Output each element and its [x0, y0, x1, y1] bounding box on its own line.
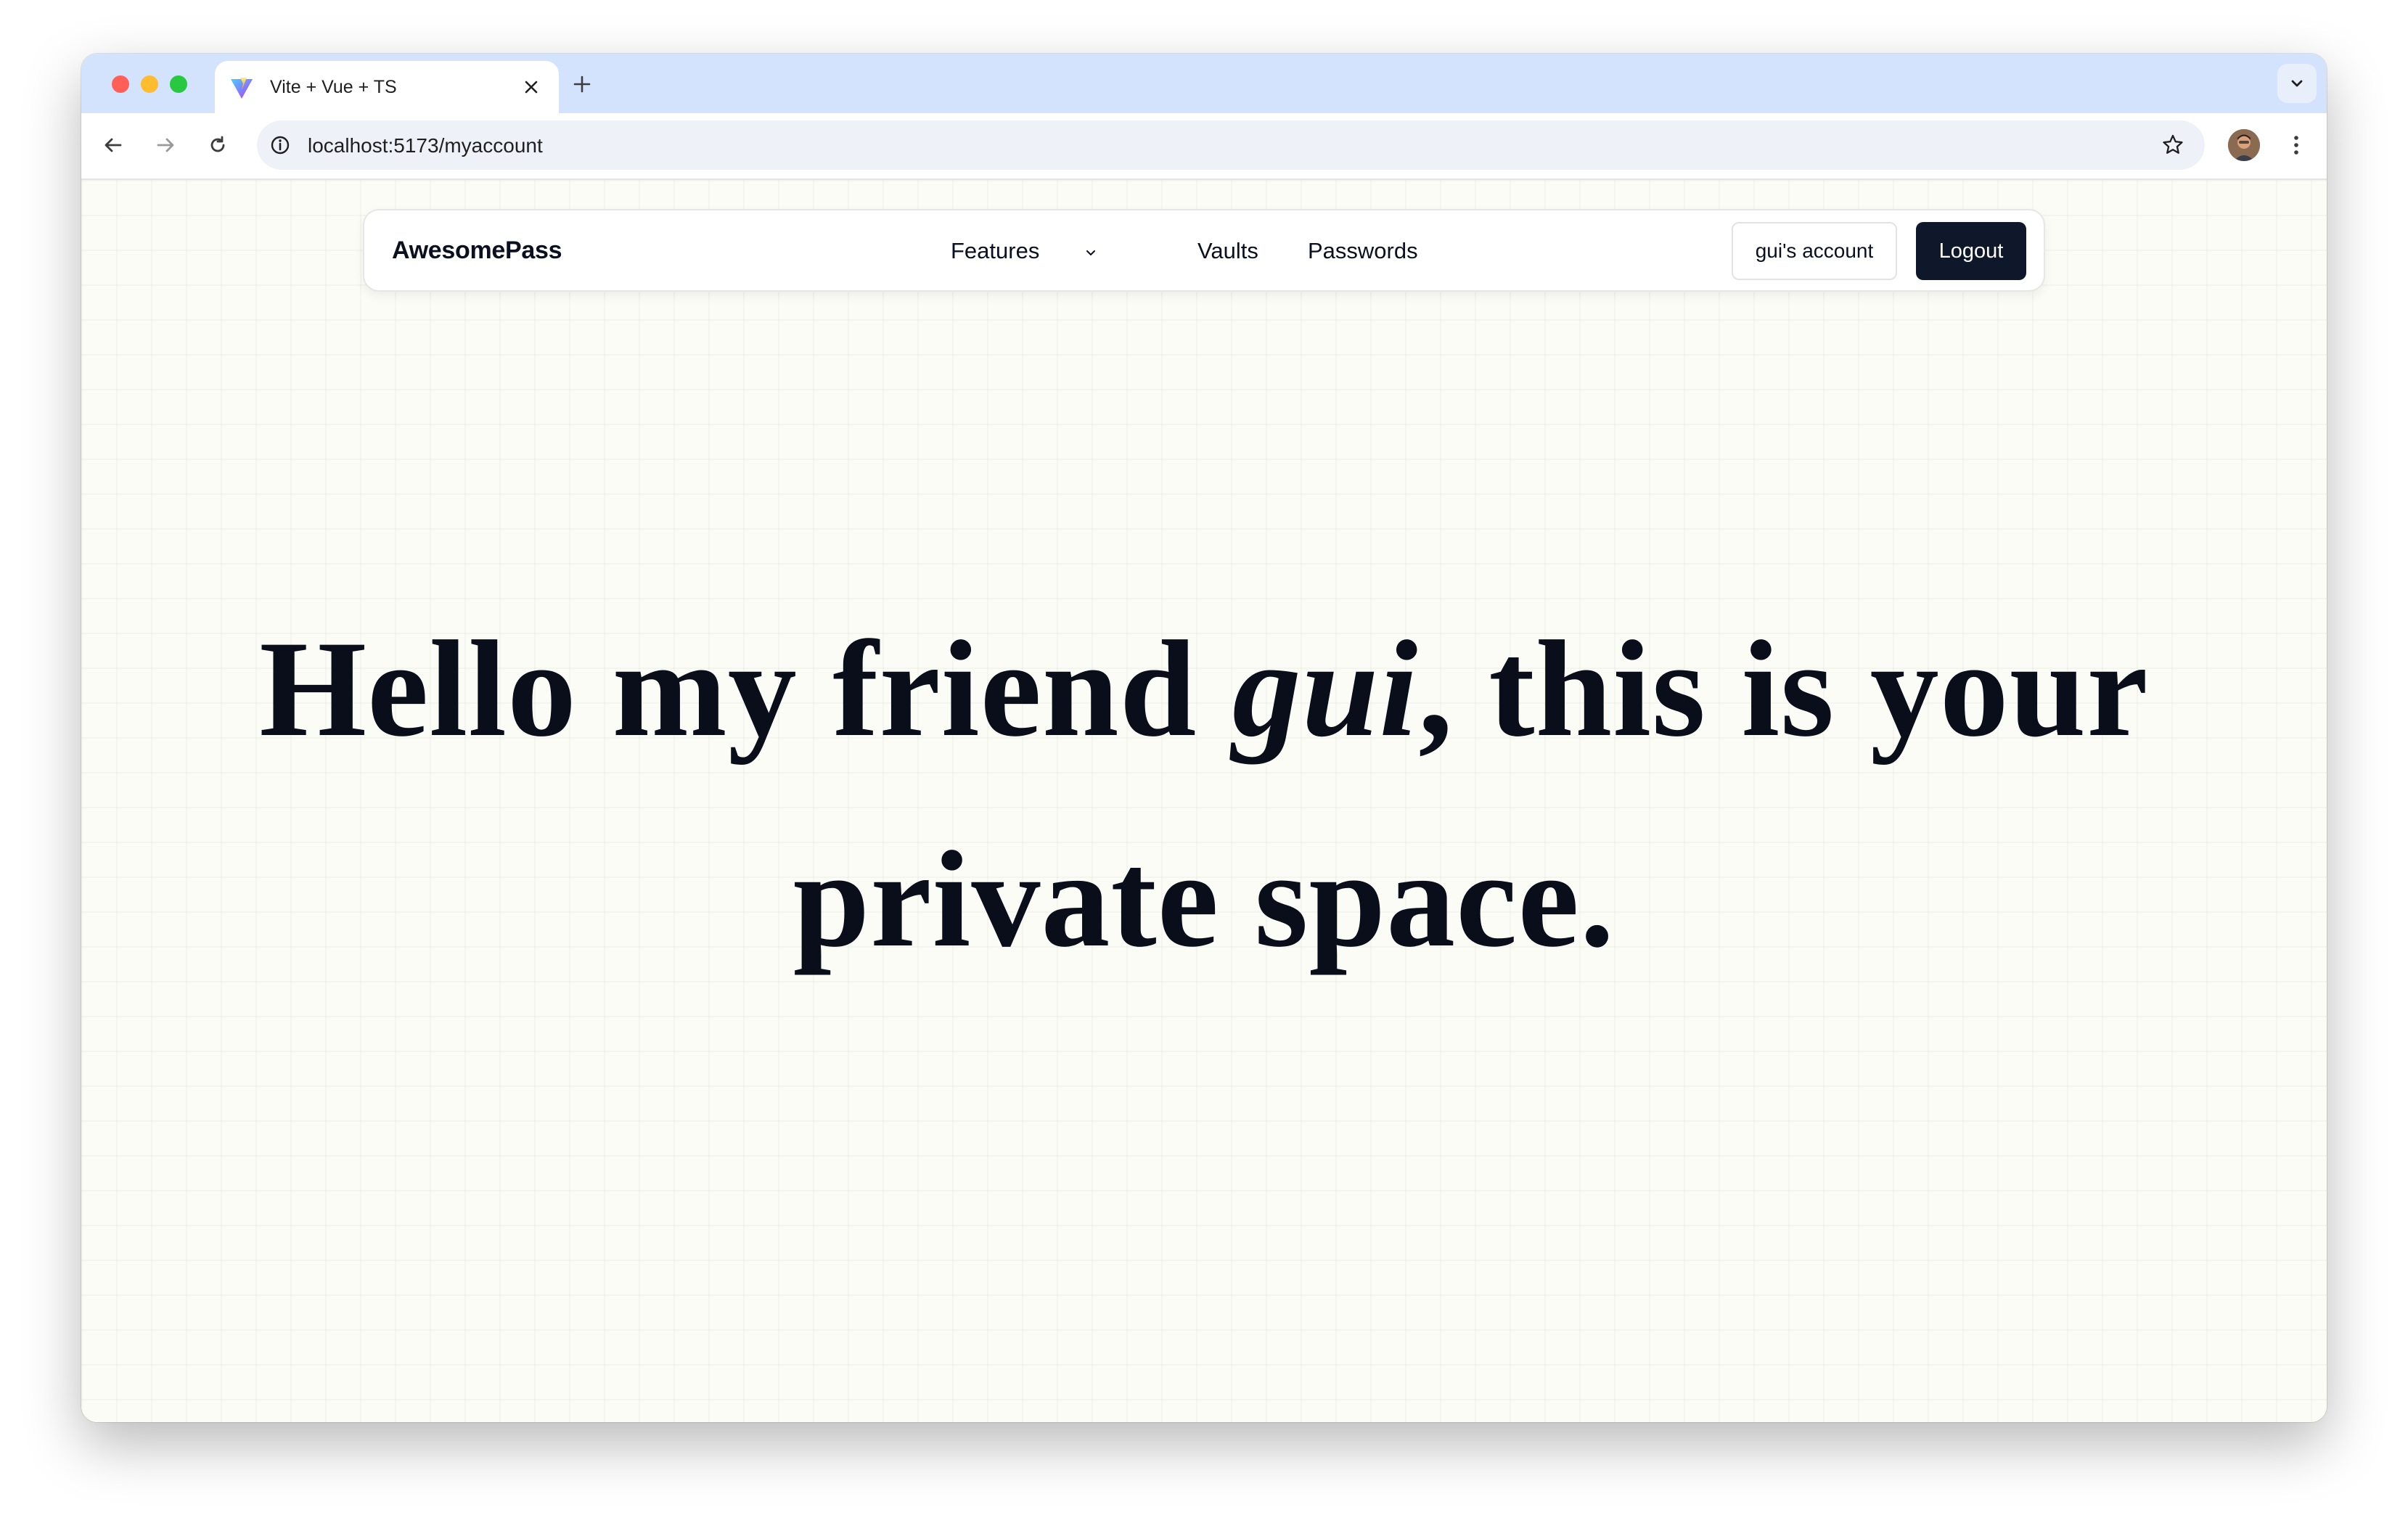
browser-window: Vite + Vue + TS localhost:5173/myaccount…: [81, 54, 2327, 1422]
nav-passwords[interactable]: Passwords: [1308, 238, 1418, 264]
brand-logo[interactable]: AwesomePass: [392, 237, 562, 265]
tab-title: Vite + Vue + TS: [270, 77, 397, 97]
chevron-down-icon: [2291, 80, 2303, 87]
welcome-text-before: Hello my friend: [259, 613, 1232, 766]
browser-menu-button[interactable]: [2280, 129, 2312, 161]
back-button[interactable]: [94, 126, 132, 164]
close-icon: [525, 81, 538, 94]
site-info-icon[interactable]: [267, 132, 293, 158]
plus-icon: [573, 75, 591, 93]
user-name: gui: [1232, 613, 1419, 766]
welcome-heading: Hello my friend gui, this is your privat…: [190, 584, 2218, 1005]
chevron-down-icon[interactable]: [1083, 245, 1099, 261]
logout-button[interactable]: Logout: [1916, 222, 2026, 280]
app-navbar: AwesomePass Features Vaults Passwords gu…: [363, 209, 2045, 292]
tab-search-button[interactable]: [2277, 64, 2317, 103]
profile-avatar[interactable]: [2228, 129, 2260, 161]
minimize-window-button[interactable]: [141, 75, 158, 93]
close-window-button[interactable]: [112, 75, 129, 93]
url-text[interactable]: localhost:5173/myaccount: [308, 134, 543, 157]
nav-vaults[interactable]: Vaults: [1197, 238, 1258, 264]
reload-icon: [210, 136, 225, 152]
new-tab-button[interactable]: [566, 68, 598, 100]
nav-features[interactable]: Features: [951, 238, 1039, 264]
browser-toolbar: localhost:5173/myaccount: [81, 113, 2327, 180]
tab-strip: Vite + Vue + TS: [81, 54, 2327, 113]
forward-button[interactable]: [147, 126, 184, 164]
arrow-left-icon: [105, 138, 122, 152]
vite-logo-icon: [231, 78, 253, 99]
zoom-window-button[interactable]: [170, 75, 187, 93]
tab-close-button[interactable]: [518, 74, 544, 100]
avatar-image: [2228, 129, 2260, 161]
arrow-right-icon: [157, 138, 174, 152]
browser-tab[interactable]: Vite + Vue + TS: [215, 61, 559, 113]
reload-button[interactable]: [199, 126, 237, 164]
bookmark-star-icon[interactable]: [2160, 132, 2186, 158]
address-bar[interactable]: localhost:5173/myaccount: [257, 120, 2205, 170]
more-vertical-icon: [2294, 136, 2298, 155]
page-content: AwesomePass Features Vaults Passwords gu…: [81, 180, 2327, 1422]
account-button[interactable]: gui's account: [1732, 222, 1897, 280]
